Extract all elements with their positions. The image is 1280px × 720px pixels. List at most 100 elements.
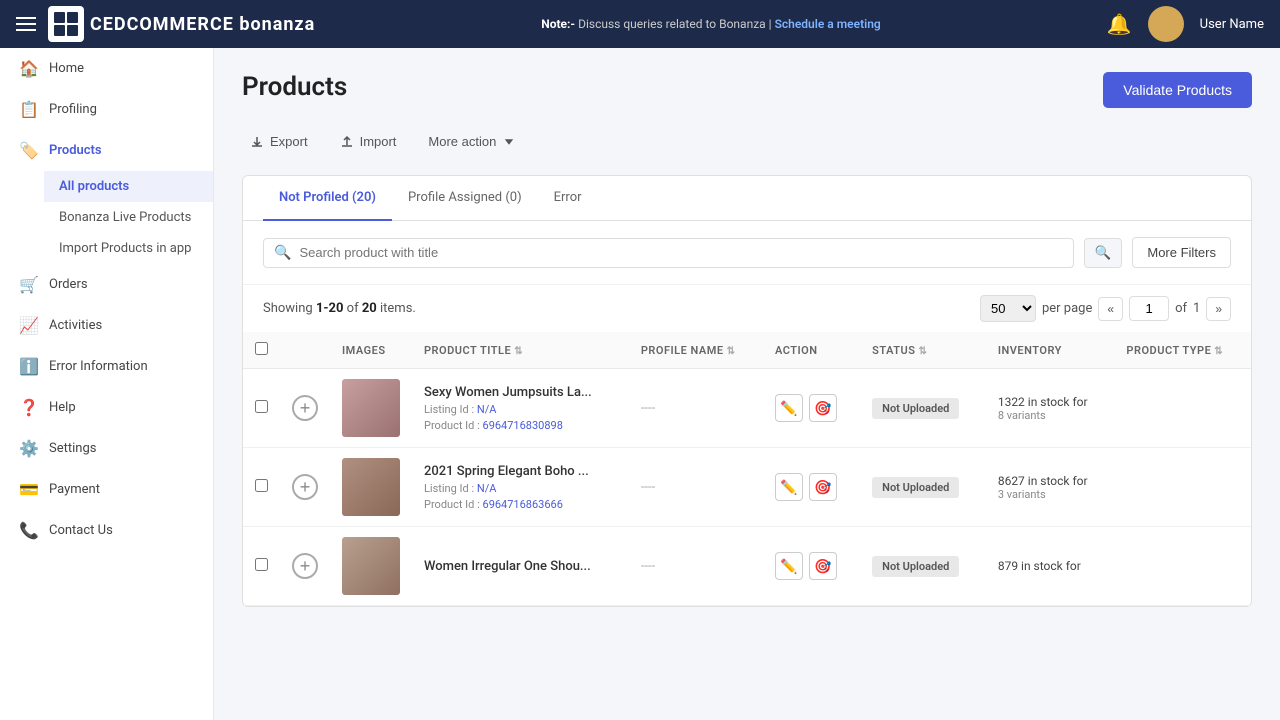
current-page-input[interactable]	[1129, 296, 1169, 321]
row-checkbox-cell	[243, 369, 280, 448]
status-badge: Not Uploaded	[872, 477, 959, 498]
sidebar-sub-all-products[interactable]: All products	[44, 171, 213, 202]
product-title-cell: Sexy Women Jumpsuits La... Listing Id : …	[412, 369, 629, 448]
sidebar-item-orders[interactable]: 🛒 Orders	[0, 264, 213, 305]
hamburger-menu[interactable]	[16, 17, 36, 31]
action-cell: ✏️ 🎯	[763, 448, 860, 527]
product-type-col-header[interactable]: PRODUCT TYPE	[1114, 332, 1251, 369]
products-table: IMAGES PRODUCT TITLE PROFILE NAME ACTION…	[243, 332, 1251, 606]
sidebar: 🏠 Home 📋 Profiling 🏷️ Products All produ…	[0, 48, 214, 720]
select-all-checkbox[interactable]	[255, 342, 268, 355]
status-col-header[interactable]: STATUS	[860, 332, 986, 369]
row-checkbox[interactable]	[255, 479, 268, 492]
search-wrap: 🔍	[263, 238, 1074, 268]
note-prefix: Note:-	[541, 17, 575, 31]
edit-button[interactable]: ✏️	[775, 394, 803, 422]
profile-name: ----	[641, 559, 655, 574]
inventory-variants: 3 variants	[998, 488, 1103, 501]
profile-name: ----	[641, 480, 655, 495]
add-row-button[interactable]: +	[292, 474, 318, 500]
search-magnifier-icon: 🔍	[274, 245, 291, 261]
target-button[interactable]: 🎯	[809, 394, 837, 422]
row-add-cell: +	[280, 527, 330, 606]
sidebar-item-activities[interactable]: 📈 Activities	[0, 305, 213, 346]
sidebar-item-contact-us[interactable]: 📞 Contact Us	[0, 510, 213, 551]
edit-button[interactable]: ✏️	[775, 552, 803, 580]
profile-name-cell: ----	[629, 448, 763, 527]
more-action-label: More action	[428, 134, 496, 149]
more-filters-button[interactable]: More Filters	[1132, 237, 1231, 268]
sidebar-item-profiling[interactable]: 📋 Profiling	[0, 89, 213, 130]
product-image-cell	[330, 448, 412, 527]
products-submenu: All products Bonanza Live Products Impor…	[0, 171, 213, 264]
add-row-button[interactable]: +	[292, 553, 318, 579]
sidebar-item-home[interactable]: 🏠 Home	[0, 48, 213, 89]
tab-error[interactable]: Error	[538, 176, 598, 221]
sidebar-item-label: Orders	[49, 277, 88, 292]
add-col-header	[280, 332, 330, 369]
meeting-link[interactable]: Schedule a meeting	[775, 17, 881, 31]
sidebar-item-payment[interactable]: 💳 Payment	[0, 469, 213, 510]
page-title: Products	[242, 72, 347, 102]
showing-prefix: Showing	[263, 301, 316, 316]
validate-products-button[interactable]: Validate Products	[1103, 72, 1252, 108]
sidebar-sub-import-products[interactable]: Import Products in app	[44, 233, 213, 264]
action-col-header: ACTION	[763, 332, 860, 369]
showing-of: of	[347, 301, 362, 316]
topbar-right: 🔔 User Name	[1107, 6, 1264, 42]
profile-name-cell: ----	[629, 527, 763, 606]
inventory-col-header: INVENTORY	[986, 332, 1115, 369]
product-meta-id: Product Id : 6964716830898	[424, 419, 617, 432]
sidebar-sub-bonanza-live[interactable]: Bonanza Live Products	[44, 202, 213, 233]
per-page-select[interactable]: 50 25 100	[980, 295, 1036, 322]
export-button[interactable]: Export	[242, 128, 316, 155]
help-icon: ❓	[19, 398, 39, 417]
sidebar-item-error-information[interactable]: ℹ️ Error Information	[0, 346, 213, 387]
notification-bell-icon[interactable]: 🔔	[1107, 12, 1132, 36]
table-row: + 2021 Spring Elegant Boho ... Listing I…	[243, 448, 1251, 527]
table-row: + Sexy Women Jumpsuits La... Listing Id …	[243, 369, 1251, 448]
content-card: Not Profiled (20) Profile Assigned (0) E…	[242, 175, 1252, 607]
add-row-button[interactable]: +	[292, 395, 318, 421]
product-meta: Listing Id : N/A	[424, 482, 617, 495]
tabs-bar: Not Profiled (20) Profile Assigned (0) E…	[243, 176, 1251, 221]
row-checkbox-cell	[243, 448, 280, 527]
product-title-col-header[interactable]: PRODUCT TITLE	[412, 332, 629, 369]
status-badge: Not Uploaded	[872, 556, 959, 577]
orders-icon: 🛒	[19, 275, 39, 294]
target-button[interactable]: 🎯	[809, 552, 837, 580]
edit-button[interactable]: ✏️	[775, 473, 803, 501]
tab-not-profiled[interactable]: Not Profiled (20)	[263, 176, 392, 221]
images-col-header: IMAGES	[330, 332, 412, 369]
product-id-value: 6964716863666	[483, 498, 563, 511]
search-input[interactable]	[299, 245, 1062, 260]
last-page-button[interactable]: »	[1206, 297, 1231, 321]
sidebar-item-help[interactable]: ❓ Help	[0, 387, 213, 428]
first-page-button[interactable]: «	[1098, 297, 1123, 321]
row-checkbox[interactable]	[255, 400, 268, 413]
listing-id-label: Listing Id :	[424, 482, 474, 495]
search-btn-icon: 🔍	[1095, 245, 1112, 260]
import-label: Import	[360, 134, 397, 149]
profile-name-col-header[interactable]: PROFILE NAME	[629, 332, 763, 369]
chevron-down-icon	[502, 135, 516, 149]
page-header: Products Validate Products	[242, 72, 1252, 108]
sidebar-item-label: Settings	[49, 441, 96, 456]
search-button[interactable]: 🔍	[1084, 238, 1123, 268]
showing-range: 1-20	[316, 301, 344, 316]
sidebar-item-products[interactable]: 🏷️ Products	[0, 130, 213, 171]
import-button[interactable]: Import	[332, 128, 405, 155]
export-icon	[250, 135, 264, 149]
row-checkbox[interactable]	[255, 558, 268, 571]
action-buttons: ✏️ 🎯	[775, 473, 848, 501]
tab-profile-assigned[interactable]: Profile Assigned (0)	[392, 176, 538, 221]
sidebar-item-settings[interactable]: ⚙️ Settings	[0, 428, 213, 469]
more-action-button[interactable]: More action	[420, 128, 524, 155]
inventory-stock: 879 in stock for	[998, 559, 1103, 573]
avatar[interactable]	[1148, 6, 1184, 42]
sidebar-item-label: Payment	[49, 482, 100, 497]
product-image-cell	[330, 369, 412, 448]
target-button[interactable]: 🎯	[809, 473, 837, 501]
topbar-left: CEDCOMMERCE bonanza	[16, 6, 315, 42]
import-icon	[340, 135, 354, 149]
